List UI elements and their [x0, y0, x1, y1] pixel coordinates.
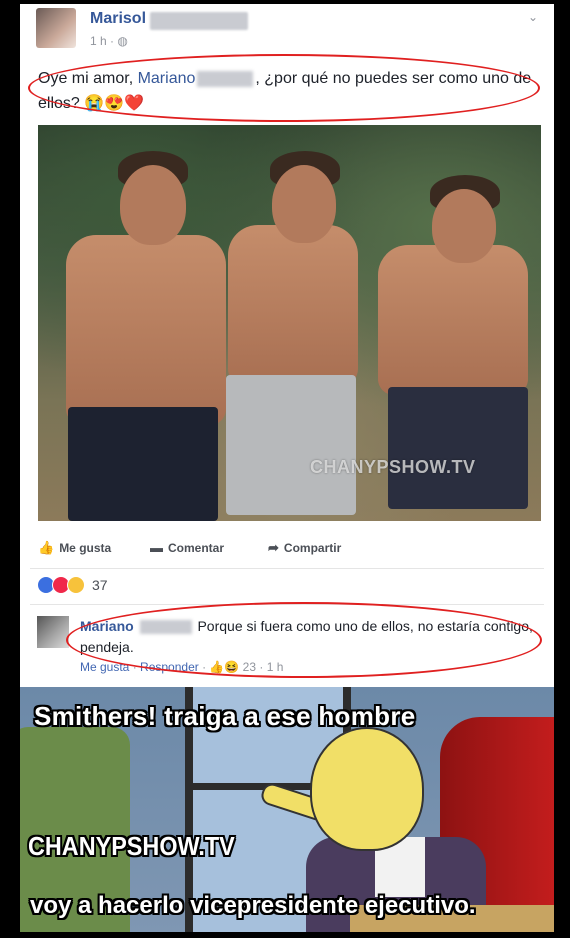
post-header: Marisol 1 h · ◍ ⌄	[20, 4, 554, 52]
meme-top-caption: Smithers! traiga a ese hombre	[34, 701, 416, 731]
actions-divider	[30, 568, 544, 569]
censored-surname	[150, 12, 248, 30]
post-meta: 1 h · ◍	[90, 34, 128, 48]
post-photo[interactable]: CHANYPSHOW.TV	[38, 125, 541, 521]
highlight-ellipse	[28, 54, 540, 122]
reactions-summary[interactable]: 37	[37, 576, 108, 594]
comment-highlight-ellipse	[66, 602, 542, 678]
like-label: Me gusta	[59, 541, 112, 555]
share-label: Compartir	[283, 541, 342, 555]
post-actions: 👍 Me gusta ▬ Comentar ➦ Compartir	[20, 534, 554, 564]
wow-reaction-icon	[67, 576, 85, 594]
comment-icon: ▬	[150, 540, 163, 555]
screenshot-frame: Marisol 1 h · ◍ ⌄ Oye mi amor, Mariano, …	[20, 4, 554, 932]
meme-burns-head	[310, 727, 424, 851]
meme-bottom-caption: voy a hacerlo vicepresidente ejecutivo.	[30, 892, 476, 919]
like-button[interactable]: 👍 Me gusta	[38, 540, 111, 556]
author-avatar[interactable]	[36, 8, 76, 48]
meme-panel: Smithers! traiga a ese hombre CHANYPSHOW…	[20, 687, 554, 932]
share-arrow-icon: ➦	[268, 540, 279, 555]
meme-watermark: CHANYPSHOW.TV	[28, 831, 235, 861]
globe-icon: ◍	[117, 34, 128, 48]
reaction-count: 37	[92, 577, 108, 593]
thumbs-up-icon: 👍	[38, 540, 55, 555]
photo-watermark: CHANYPSHOW.TV	[310, 457, 476, 477]
commenter-avatar[interactable]	[37, 616, 69, 648]
post-time[interactable]: 1 h ·	[90, 34, 117, 48]
share-button[interactable]: ➦ Compartir	[268, 540, 341, 556]
comment-label: Comentar	[168, 540, 225, 555]
author-name[interactable]: Marisol	[90, 10, 146, 28]
comment-button[interactable]: ▬ Comentar	[150, 540, 224, 555]
chevron-down-icon[interactable]: ⌄	[528, 10, 538, 24]
